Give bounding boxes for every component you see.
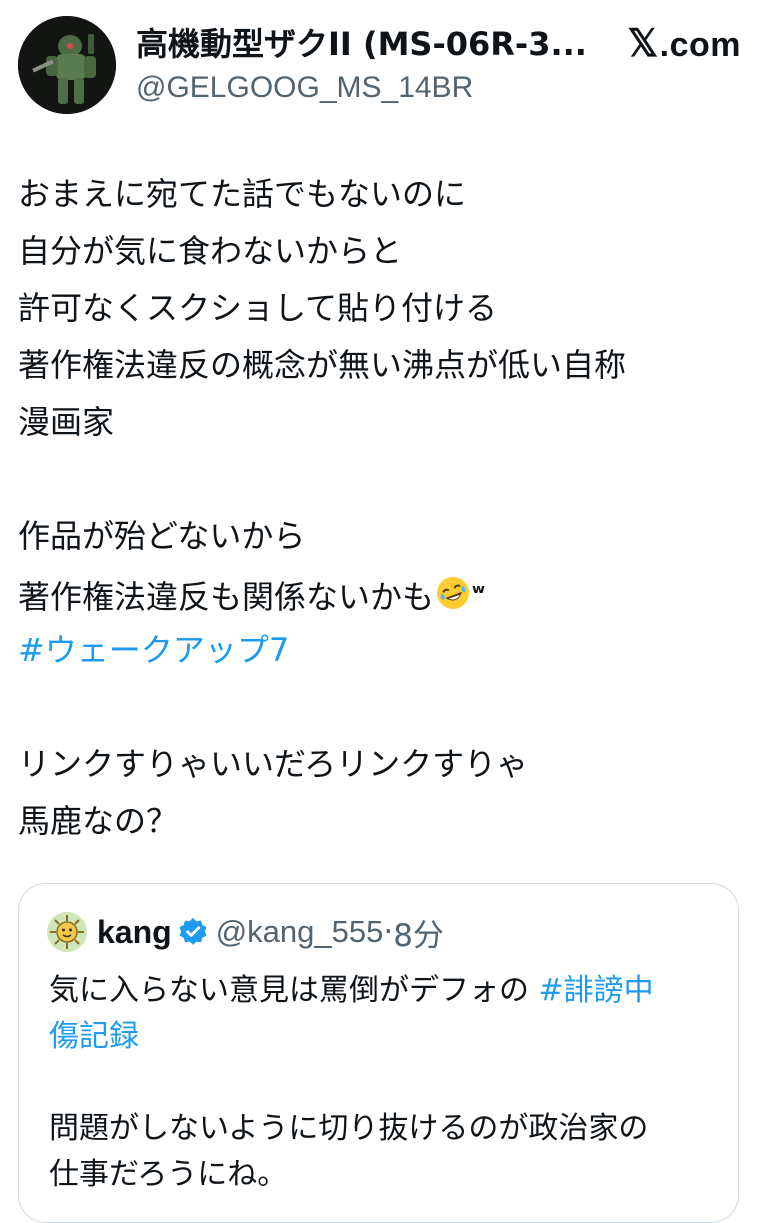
- quoted-tweet-text: 気に入らない意見は罵倒がデフォの #誹謗中 傷記録 問題がしないように切り抜ける…: [49, 968, 714, 1198]
- quoted-author-name[interactable]: kang: [97, 914, 172, 951]
- author-handle[interactable]: @GELGOOG_MS_14BR: [136, 68, 473, 108]
- hashtag-link[interactable]: #ウェークアップ7: [18, 622, 741, 679]
- quoted-author-handle[interactable]: @kang_555: [216, 914, 384, 950]
- author-avatar[interactable]: [18, 16, 116, 114]
- verified-badge-icon: [178, 917, 208, 947]
- author-display-name[interactable]: 高機動型ザクII (MS-06R-3...: [136, 24, 598, 64]
- quoted-tweet[interactable]: kang @kang_555 · 8分 気に入らない意見は罵倒がデフォの #誹謗…: [18, 883, 739, 1223]
- quoted-author-avatar[interactable]: [47, 912, 87, 952]
- tweet-line: 許可なくスクショして貼り付ける: [18, 289, 498, 327]
- laughing-w-suffix: ʷ: [472, 581, 486, 606]
- quoted-tweet-header: kang @kang_555 · 8分: [47, 910, 444, 954]
- quoted-hashtag-link[interactable]: #誹謗中: [539, 973, 654, 1008]
- tweet-header: 高機動型ザクII (MS-06R-3... @GELGOOG_MS_14BR 𝕏…: [18, 16, 741, 114]
- quoted-hashtag-continuation[interactable]: 傷記録: [49, 1014, 714, 1060]
- quoted-separator: ·: [383, 914, 394, 950]
- sun-face-avatar-image: [47, 912, 87, 952]
- quoted-line: 気に入らない意見は罵倒がデフォの #誹謗中: [49, 968, 714, 1014]
- tweet-line: 作品が殆どないから: [18, 517, 306, 555]
- robot-avatar-image: [18, 16, 116, 114]
- quoted-timestamp[interactable]: 8分: [393, 910, 444, 955]
- tweet-line: リンクすりゃいいだろリンクすりゃ: [18, 745, 529, 783]
- rofl-emoji-icon: [434, 573, 472, 630]
- tweet-line: 漫画家: [18, 403, 115, 441]
- x-com-logo: 𝕏.com: [628, 24, 741, 65]
- tweet-line: おまえに宛てた話でもないのに: [18, 175, 467, 213]
- tweet-line: 自分が気に食わないからと: [18, 232, 403, 270]
- tweet-line: 馬鹿なの？: [18, 802, 179, 840]
- x-com-text: .com: [659, 26, 741, 64]
- quoted-line: 問題がしないように切り抜けるのが政治家の: [49, 1111, 649, 1146]
- quoted-line: 仕事だろうにね。: [49, 1157, 288, 1192]
- tweet-line-text: 著作権法違反も関係ないかも: [18, 578, 435, 616]
- tweet-text: おまえに宛てた話でもないのに 自分が気に食わないからと 許可なくスクショして貼り…: [18, 166, 741, 850]
- x-logo-icon: 𝕏: [627, 23, 659, 65]
- tweet-line-with-emoji: 著作権法違反も関係ないかも ʷ: [18, 565, 741, 622]
- tweet-line: 著作権法違反の概念が無い沸点が低い自称: [18, 346, 627, 384]
- quoted-line-text: 気に入らない意見は罵倒がデフォの: [49, 973, 539, 1008]
